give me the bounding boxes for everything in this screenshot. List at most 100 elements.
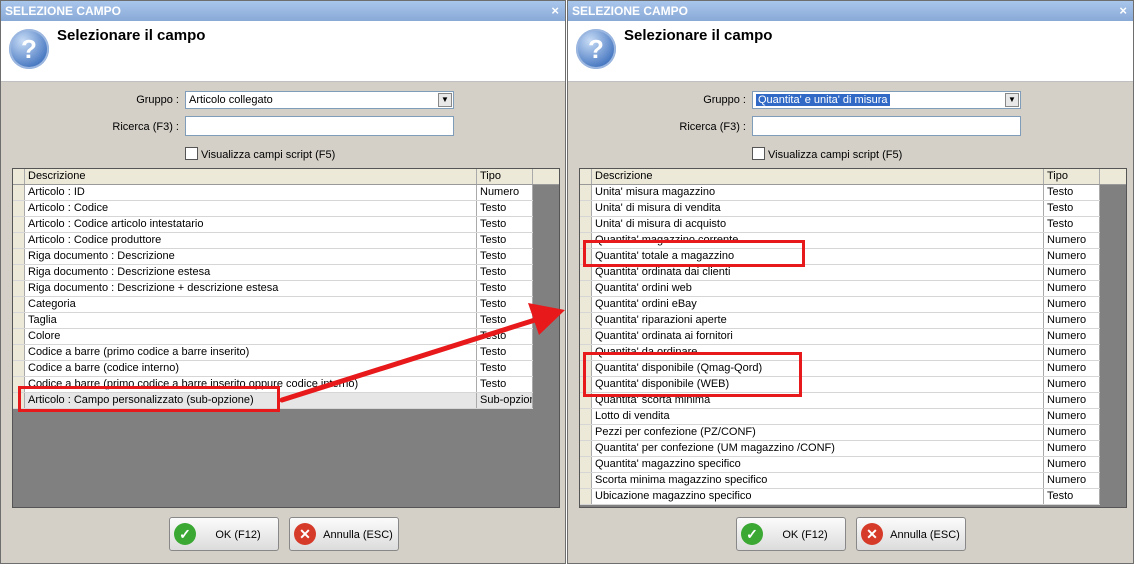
- left-gruppo-label: Gruppo :: [136, 94, 179, 106]
- left-header: ? Selezionare il campo: [1, 21, 565, 82]
- chevron-down-icon[interactable]: ▼: [1005, 93, 1019, 107]
- right-ok-button[interactable]: ✓ OK (F12): [736, 517, 846, 551]
- table-row[interactable]: Riga documento : Descrizione Testo: [13, 249, 533, 265]
- right-col-tipo[interactable]: Tipo: [1044, 169, 1100, 184]
- row-indicator: [580, 313, 592, 328]
- table-row[interactable]: Articolo : Codice produttore Testo: [13, 233, 533, 249]
- left-heading: Selezionare il campo: [57, 27, 206, 44]
- table-row[interactable]: Quantita' ordinata dai clienti Numero: [580, 265, 1100, 281]
- table-row[interactable]: Taglia Testo: [13, 313, 533, 329]
- checkbox-icon[interactable]: [752, 147, 765, 160]
- row-tipo: Numero: [1044, 409, 1100, 424]
- table-row[interactable]: Categoria Testo: [13, 297, 533, 313]
- table-row[interactable]: Quantita' ordini web Numero: [580, 281, 1100, 297]
- row-indicator: [580, 457, 592, 472]
- table-row[interactable]: Unita' di misura di acquisto Testo: [580, 217, 1100, 233]
- table-row[interactable]: Quantita' riparazioni aperte Numero: [580, 313, 1100, 329]
- right-script-checkbox[interactable]: Visualizza campi script (F5): [752, 147, 902, 161]
- right-col-descrizione[interactable]: Descrizione: [592, 169, 1044, 184]
- right-gruppo-select[interactable]: Quantita' e unita' di misura ▼: [752, 91, 1021, 109]
- row-indicator: [13, 361, 25, 376]
- row-indicator: [13, 345, 25, 360]
- table-row[interactable]: Lotto di vendita Numero: [580, 409, 1100, 425]
- table-row[interactable]: Articolo : Codice articolo intestatario T…: [13, 217, 533, 233]
- checkbox-icon[interactable]: [185, 147, 198, 160]
- row-indicator: [13, 201, 25, 216]
- table-row[interactable]: Colore Testo: [13, 329, 533, 345]
- left-ok-button[interactable]: ✓ OK (F12): [169, 517, 279, 551]
- table-row[interactable]: Unita' misura magazzino Testo: [580, 185, 1100, 201]
- left-cancel-button[interactable]: ✕ Annulla (ESC): [289, 517, 399, 551]
- row-indicator: [580, 185, 592, 200]
- row-tipo: Testo: [1044, 201, 1100, 216]
- table-row[interactable]: Codice a barre (codice interno) Testo: [13, 361, 533, 377]
- right-ok-label: OK (F12): [782, 529, 828, 541]
- row-descrizione: Riga documento : Descrizione: [25, 249, 477, 264]
- row-tipo: Testo: [477, 297, 533, 312]
- row-tipo: Numero: [1044, 441, 1100, 456]
- row-descrizione: Quantita' ordini web: [592, 281, 1044, 296]
- left-col-tipo[interactable]: Tipo: [477, 169, 533, 184]
- row-tipo: Testo: [477, 201, 533, 216]
- row-descrizione: Articolo : Codice articolo intestatario: [25, 217, 477, 232]
- right-ricerca-label: Ricerca (F3) :: [679, 121, 746, 133]
- row-indicator: [13, 313, 25, 328]
- table-row[interactable]: Codice a barre (primo codice a barre ins…: [13, 345, 533, 361]
- right-cancel-button[interactable]: ✕ Annulla (ESC): [856, 517, 966, 551]
- row-descrizione: Quantita' riparazioni aperte: [592, 313, 1044, 328]
- table-row[interactable]: Unita' di misura di vendita Testo: [580, 201, 1100, 217]
- row-tipo: Numero: [1044, 425, 1100, 440]
- table-row[interactable]: Quantita' per confezione (UM magazzino /…: [580, 441, 1100, 457]
- row-descrizione: Taglia: [25, 313, 477, 328]
- row-tipo: Testo: [477, 377, 533, 392]
- left-script-checkbox[interactable]: Visualizza campi script (F5): [185, 147, 335, 161]
- table-row[interactable]: Quantita' magazzino specifico Numero: [580, 457, 1100, 473]
- right-search-input[interactable]: [752, 116, 1021, 136]
- left-col-descrizione[interactable]: Descrizione: [25, 169, 477, 184]
- table-row[interactable]: Scorta minima magazzino specifico Numero: [580, 473, 1100, 489]
- row-tipo: Testo: [477, 217, 533, 232]
- row-indicator: [13, 297, 25, 312]
- highlight-box-campo-personalizzato: [18, 386, 280, 412]
- left-dialog: SELEZIONE CAMPO × ? Selezionare il campo…: [0, 0, 566, 564]
- left-search-input[interactable]: [185, 116, 454, 136]
- row-tipo: Numero: [1044, 329, 1100, 344]
- cancel-icon: ✕: [294, 523, 316, 545]
- left-close-icon[interactable]: ×: [551, 1, 559, 21]
- left-fields-table: Descrizione Tipo Articolo : ID Numero Arti…: [12, 168, 560, 508]
- right-heading: Selezionare il campo: [624, 27, 773, 44]
- row-tipo: Testo: [477, 313, 533, 328]
- left-table-header: Descrizione Tipo: [13, 169, 559, 185]
- row-indicator: [580, 297, 592, 312]
- row-tipo: Numero: [1044, 377, 1100, 392]
- table-row[interactable]: Articolo : Codice Testo: [13, 201, 533, 217]
- row-descrizione: Unita' di misura di vendita: [592, 201, 1044, 216]
- table-row[interactable]: Quantita' ordinata ai fornitori Numero: [580, 329, 1100, 345]
- row-tipo: Testo: [1044, 185, 1100, 200]
- row-indicator: [580, 409, 592, 424]
- right-cancel-label: Annulla (ESC): [890, 529, 960, 541]
- row-tipo: Numero: [1044, 297, 1100, 312]
- right-gruppo-label: Gruppo :: [703, 94, 746, 106]
- row-tipo: Testo: [477, 233, 533, 248]
- row-indicator: [580, 281, 592, 296]
- right-close-icon[interactable]: ×: [1119, 1, 1127, 21]
- right-title-bar: SELEZIONE CAMPO ×: [568, 1, 1133, 21]
- table-row[interactable]: Riga documento : Descrizione + descrizio…: [13, 281, 533, 297]
- chevron-down-icon[interactable]: ▼: [438, 93, 452, 107]
- left-gruppo-select[interactable]: Articolo collegato ▼: [185, 91, 454, 109]
- table-row[interactable]: Riga documento : Descrizione estesa Testo: [13, 265, 533, 281]
- right-gruppo-value: Quantita' e unita' di misura: [756, 94, 890, 106]
- table-row[interactable]: Pezzi per confezione (PZ/CONF) Numero: [580, 425, 1100, 441]
- right-checkbox-label: Visualizza campi script (F5): [768, 149, 903, 161]
- table-row[interactable]: Ubicazione magazzino specifico Testo: [580, 489, 1100, 505]
- row-tipo: Numero: [1044, 393, 1100, 408]
- row-indicator: [13, 217, 25, 232]
- row-indicator: [13, 185, 25, 200]
- row-descrizione: Quantita' per confezione (UM magazzino /…: [592, 441, 1044, 456]
- table-row[interactable]: Quantita' ordini eBay Numero: [580, 297, 1100, 313]
- left-title-bar: SELEZIONE CAMPO ×: [1, 1, 565, 21]
- table-row[interactable]: Articolo : ID Numero: [13, 185, 533, 201]
- row-descrizione: Colore: [25, 329, 477, 344]
- row-tipo: Testo: [477, 249, 533, 264]
